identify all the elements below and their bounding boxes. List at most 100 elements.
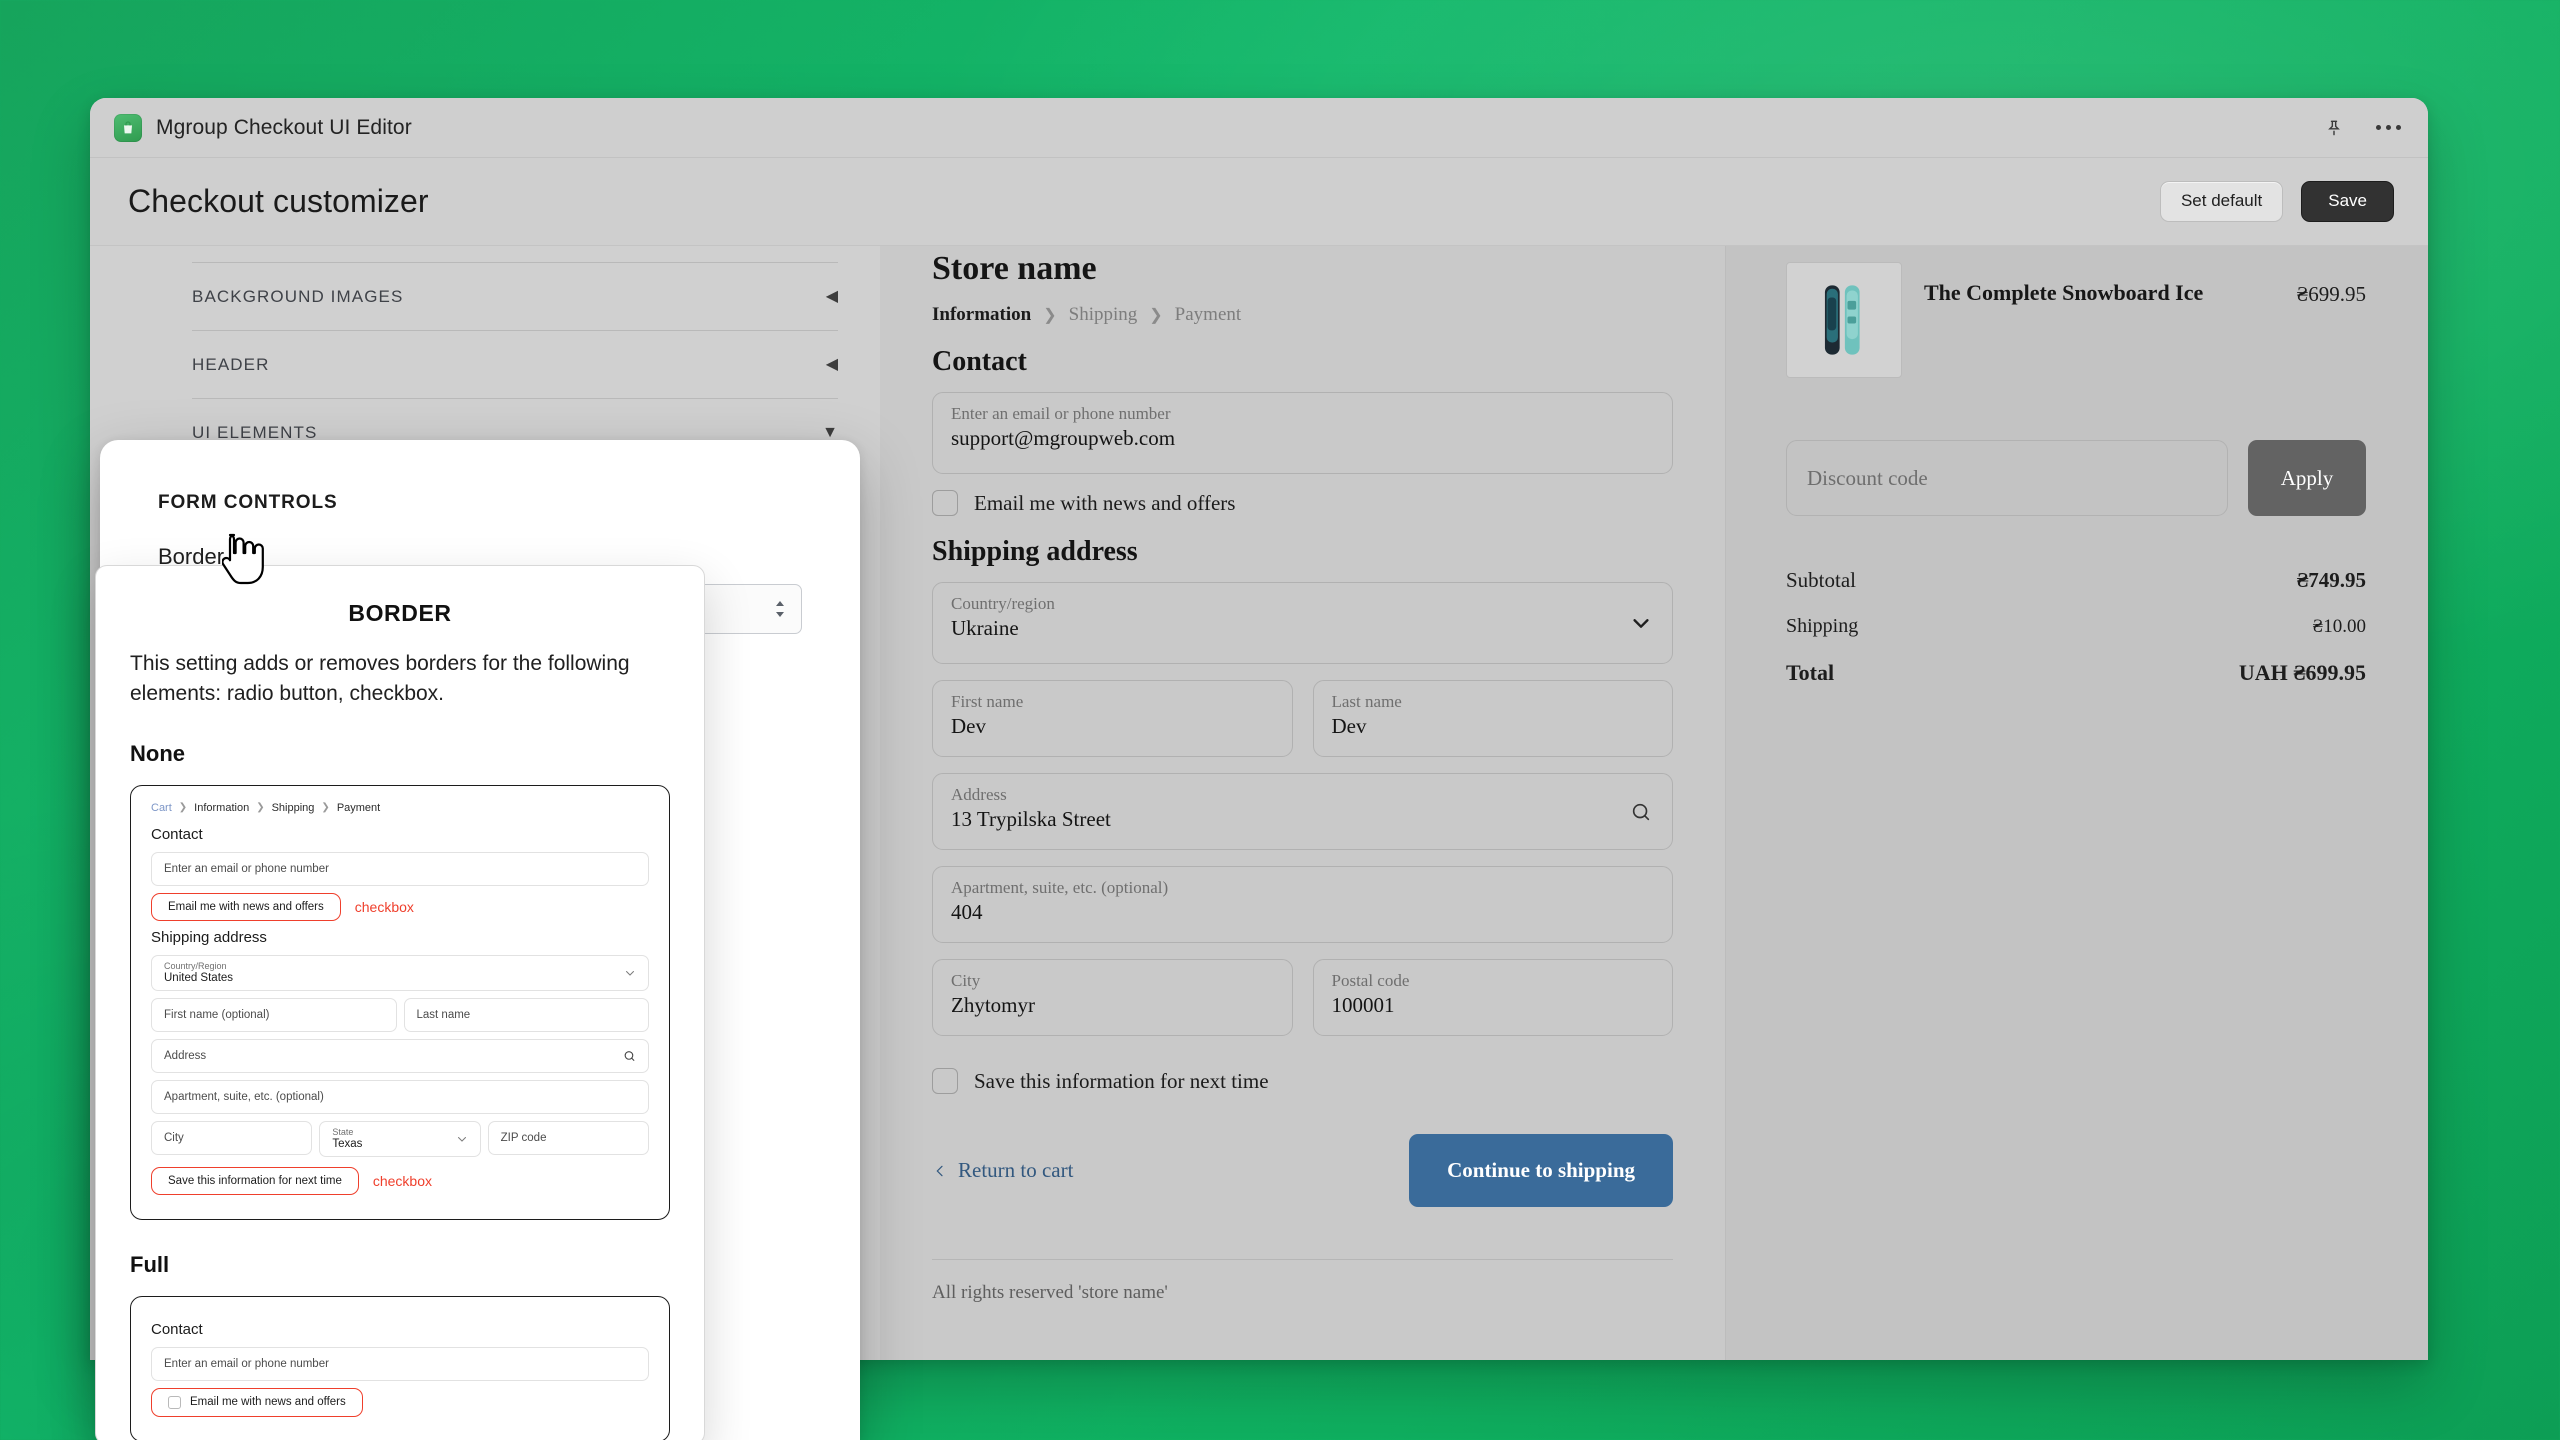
preview-name-row: First name (optional) Last name	[151, 997, 649, 1039]
accordion-label: BACKGROUND IMAGES	[192, 286, 404, 306]
product-thumbnail	[1786, 262, 1902, 378]
preview-country-select: Country/Region United States	[151, 954, 649, 991]
last-name-field[interactable]: Last name Dev	[1312, 680, 1673, 757]
page-title: Checkout customizer	[128, 183, 429, 219]
apply-discount-button[interactable]: Apply	[2248, 440, 2366, 516]
border-help-tooltip: BORDER This setting adds or removes bord…	[95, 565, 705, 1440]
chevron-right-icon: ❯	[256, 802, 265, 814]
preview-city-field: City	[151, 1120, 313, 1155]
preview-address-field: Address	[151, 1038, 649, 1073]
tooltip-description: This setting adds or removes borders for…	[130, 652, 630, 705]
chevron-right-icon: ❯	[1043, 307, 1057, 324]
preview-city-row: City State Texas ZIP code	[151, 1120, 649, 1164]
checkout-form-column: Store name Information ❯ Shipping ❯ Paym…	[880, 246, 1725, 1360]
return-to-cart-link[interactable]: Return to cart	[932, 1158, 1073, 1183]
save-info-label: Save this information for next time	[974, 1068, 1269, 1093]
preview-zip-field: ZIP code	[487, 1120, 649, 1155]
preview-email-optin-label: Email me with news and offers	[168, 900, 324, 913]
shipping-row: Shipping ₴10.00	[1786, 615, 2366, 638]
mouse-cursor-icon	[222, 533, 264, 585]
chevron-right-icon: ❯	[321, 802, 330, 814]
apartment-field[interactable]: Apartment, suite, etc. (optional) 404	[932, 866, 1673, 943]
preview-state-label: State	[332, 1126, 354, 1137]
more-icon[interactable]	[2374, 114, 2402, 142]
city-postal-row: City Zhytomyr Postal code 100001	[932, 959, 1673, 1052]
preview-full-optin-row: Email me with news and offers	[151, 1387, 649, 1417]
email-label: Enter an email or phone number	[951, 404, 1171, 423]
preview-shipping-heading: Shipping address	[151, 928, 267, 946]
accordion-header[interactable]: HEADER ◀	[192, 331, 838, 398]
city-field[interactable]: City Zhytomyr	[932, 959, 1293, 1036]
search-icon	[624, 1050, 635, 1061]
tooltip-title: BORDER	[348, 600, 452, 626]
preview-none-card: Cart ❯ Information ❯ Shipping ❯ Payment …	[130, 784, 670, 1220]
footer-note: All rights reserved 'store name'	[932, 1282, 1168, 1303]
first-name-field[interactable]: First name Dev	[932, 680, 1293, 757]
form-controls-heading: FORM CONTROLS	[158, 492, 338, 513]
chevron-right-icon: ❯	[178, 802, 188, 814]
preview-full-optin-label: Email me with news and offers	[190, 1396, 346, 1409]
save-button[interactable]: Save	[2301, 181, 2394, 222]
chevron-left-icon: ◀	[825, 355, 838, 373]
header-actions: Set default Save	[2159, 181, 2394, 222]
first-name-value: Dev	[951, 714, 986, 739]
preview-full-card: Contact Enter an email or phone number E…	[130, 1295, 670, 1440]
preview-state-value: Texas	[332, 1137, 363, 1150]
checkbox-icon[interactable]	[932, 490, 958, 516]
breadcrumb-payment: Payment	[336, 801, 381, 814]
preview-first-name: First name (optional)	[151, 997, 397, 1032]
breadcrumb-information[interactable]: Information	[932, 304, 1031, 326]
continue-to-shipping-button[interactable]: Continue to shipping	[1409, 1134, 1673, 1207]
breadcrumb-payment[interactable]: Payment	[1175, 304, 1242, 326]
address-field[interactable]: Address 13 Trypilska Street	[932, 773, 1673, 850]
preview-country-value: United States	[164, 971, 234, 984]
store-name: Store name	[932, 250, 1097, 287]
discount-code-input[interactable]: Discount code	[1786, 440, 2228, 516]
preview-contact-heading: Contact	[151, 825, 203, 843]
breadcrumb-shipping[interactable]: Shipping	[1069, 304, 1138, 326]
country-label: Country/region	[951, 594, 1055, 613]
checkbox-icon	[168, 1395, 181, 1409]
preview-email-optin-row: Email me with news and offers checkbox	[151, 892, 649, 921]
tooltip-none-label: None	[130, 740, 185, 766]
accordion-background-images[interactable]: BACKGROUND IMAGES ◀	[192, 263, 838, 330]
country-value: Ukraine	[951, 616, 1019, 641]
accordion-label: HEADER	[192, 354, 270, 374]
chevron-down-icon	[457, 1136, 466, 1142]
email-field[interactable]: Enter an email or phone number support@m…	[932, 392, 1673, 474]
chevron-left-icon: ◀	[825, 287, 838, 305]
shipping-address-heading: Shipping address	[932, 536, 1138, 567]
country-select[interactable]: Country/region Ukraine	[932, 582, 1673, 664]
save-info-row[interactable]: Save this information for next time	[932, 1068, 1673, 1094]
preview-breadcrumb: Cart ❯ Information ❯ Shipping ❯ Payment	[151, 802, 649, 814]
last-name-value: Dev	[1331, 714, 1367, 739]
subtotal-row: Subtotal ₴749.95	[1786, 568, 2366, 593]
email-optin-label: Email me with news and offers	[974, 490, 1236, 515]
set-default-button[interactable]: Set default	[2159, 181, 2284, 222]
preview-apartment-field: Apartment, suite, etc. (optional)	[151, 1079, 649, 1114]
breadcrumb-information: Information	[194, 801, 250, 814]
email-value: support@mgroupweb.com	[951, 426, 1176, 451]
pin-icon[interactable]	[2320, 114, 2348, 142]
annotation-checkbox: checkbox	[354, 898, 414, 915]
preview-save-info-label: Save this information for next time	[168, 1174, 342, 1187]
discount-row: Discount code Apply	[1786, 440, 2366, 516]
search-icon[interactable]	[1630, 801, 1652, 823]
checkbox-icon[interactable]	[932, 1068, 958, 1094]
preview-email-field: Enter an email or phone number	[151, 851, 649, 886]
chevron-right-icon: ❯	[1149, 307, 1163, 324]
subtotal-label: Subtotal	[1786, 568, 1857, 592]
chevron-down-icon	[1633, 619, 1649, 628]
postal-code-field[interactable]: Postal code 100001	[1312, 959, 1673, 1036]
highlight-checkbox-none: Email me with news and offers	[151, 892, 341, 921]
totals-list: Subtotal ₴749.95 Shipping ₴10.00 Total U…	[1786, 568, 2366, 686]
total-amount: UAH ₴699.95	[2238, 660, 2366, 685]
page-header: Checkout customizer Set default Save	[90, 158, 2428, 246]
shipping-label: Shipping	[1786, 615, 1859, 637]
preview-full-contact-heading: Contact	[151, 1320, 203, 1338]
last-name-label: Last name	[1331, 692, 1402, 711]
address-label: Address	[951, 785, 1007, 804]
email-optin-row[interactable]: Email me with news and offers	[932, 490, 1673, 516]
chevron-left-icon	[936, 1165, 943, 1176]
postal-value: 100001	[1331, 993, 1395, 1018]
